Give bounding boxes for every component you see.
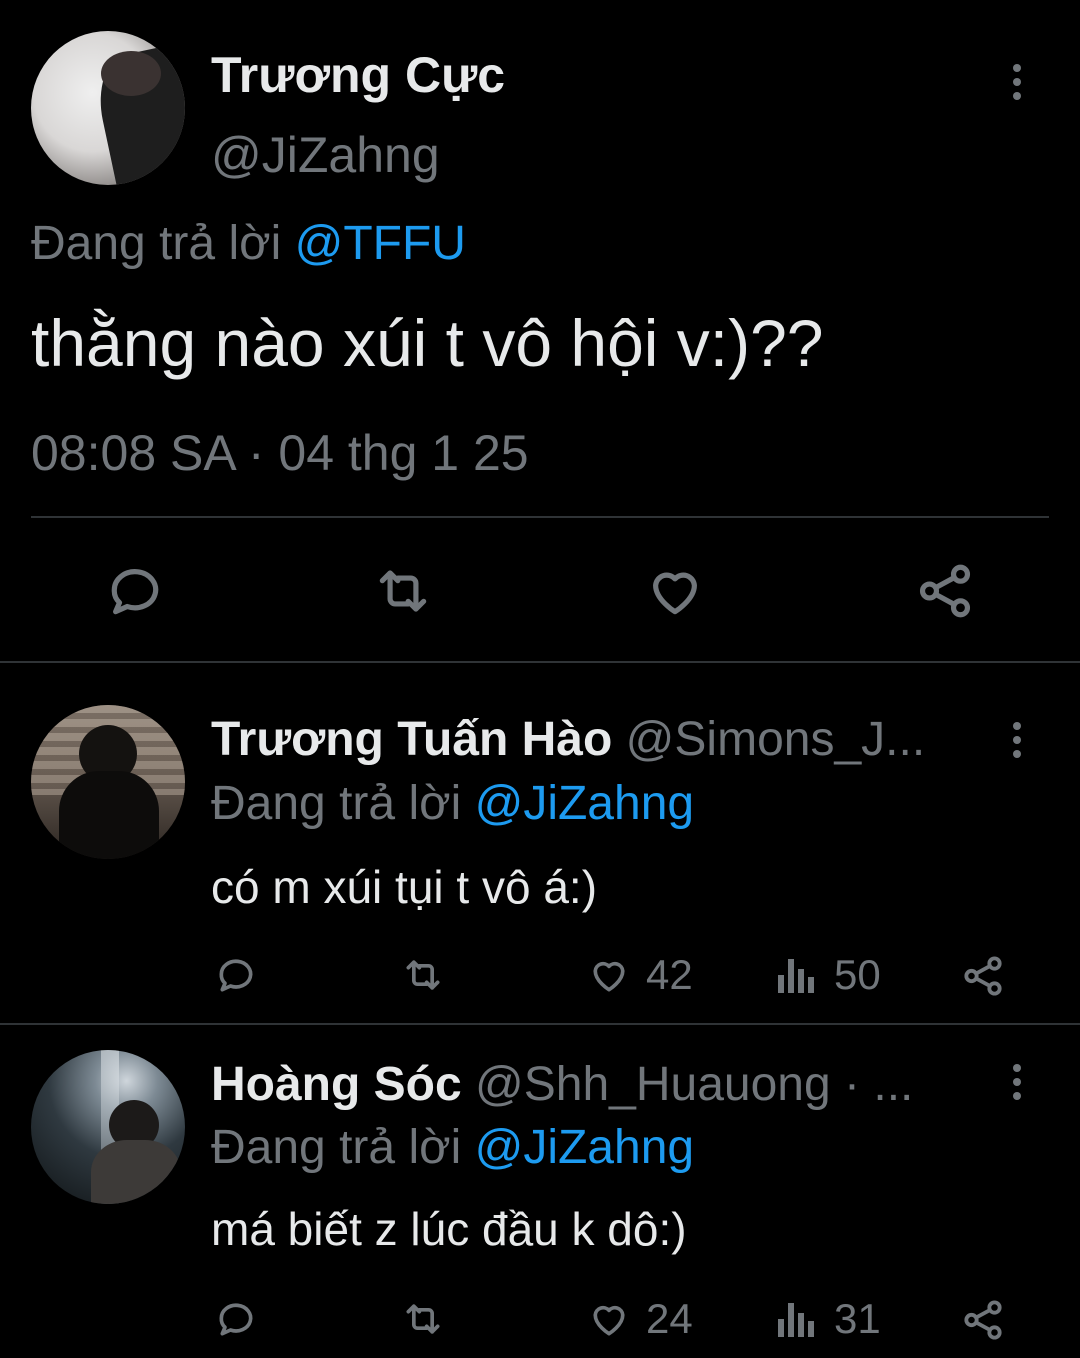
user-handle[interactable]: @Simons_J... — [626, 713, 925, 766]
reply-context: Đang trả lời @JiZahng — [211, 1120, 694, 1175]
reply-icon[interactable] — [214, 1297, 258, 1341]
more-icon[interactable] — [1012, 64, 1022, 106]
reply-mention-link[interactable]: @JiZahng — [475, 777, 695, 830]
reply-context: Đang trả lời @JiZahng — [211, 776, 694, 831]
views-icon[interactable] — [776, 1299, 816, 1339]
tweet-text: thằng nào xúi t vô hội v:)?? — [31, 306, 824, 380]
views-count: 31 — [834, 1295, 881, 1342]
reply-context: Đang trả lời @TFFU — [31, 216, 466, 271]
like-count: 42 — [646, 951, 693, 998]
timestamp[interactable]: 08:08 SA · 04 thg 1 25 — [31, 424, 529, 482]
tweet-text: có m xúi tụi t vô á:) — [211, 861, 598, 913]
reply-header: Hoàng Sóc @Shh_Huauong · ... — [211, 1057, 913, 1112]
user-handle[interactable]: @JiZahng — [211, 126, 440, 184]
reply-prefix: Đang trả lời — [211, 1121, 462, 1174]
display-name[interactable]: Trương Cực — [211, 46, 505, 104]
reply-header: Trương Tuấn Hào @Simons_J... — [211, 712, 925, 767]
heart-icon[interactable] — [644, 560, 706, 622]
display-name[interactable]: Trương Tuấn Hào — [211, 713, 612, 766]
avatar[interactable] — [31, 1050, 185, 1204]
retweet-icon[interactable] — [370, 560, 436, 622]
reply-icon[interactable] — [214, 953, 258, 997]
reply-mention-link[interactable]: @JiZahng — [475, 1121, 695, 1174]
avatar[interactable] — [31, 705, 185, 859]
share-icon[interactable] — [914, 560, 976, 622]
user-handle[interactable]: @Shh_Huauong · ... — [475, 1058, 913, 1111]
divider — [31, 516, 1049, 518]
share-icon[interactable] — [960, 1297, 1006, 1343]
reply-prefix: Đang trả lời — [31, 217, 282, 270]
retweet-icon[interactable] — [398, 1297, 448, 1341]
retweet-icon[interactable] — [398, 953, 448, 997]
like-count: 24 — [646, 1295, 693, 1342]
heart-icon[interactable] — [586, 1297, 632, 1341]
heart-icon[interactable] — [586, 953, 632, 997]
reply-icon[interactable] — [104, 560, 166, 622]
tweet-text: má biết z lúc đầu k dô:) — [211, 1203, 687, 1255]
divider — [0, 1023, 1080, 1025]
more-icon[interactable] — [1012, 1064, 1022, 1106]
share-icon[interactable] — [960, 953, 1006, 999]
divider — [0, 661, 1080, 663]
reply-mention-link[interactable]: @TFFU — [295, 217, 466, 270]
more-icon[interactable] — [1012, 722, 1022, 764]
views-count: 50 — [834, 951, 881, 998]
reply-prefix: Đang trả lời — [211, 777, 462, 830]
avatar[interactable] — [31, 31, 185, 185]
display-name[interactable]: Hoàng Sóc — [211, 1058, 462, 1111]
views-icon[interactable] — [776, 955, 816, 995]
